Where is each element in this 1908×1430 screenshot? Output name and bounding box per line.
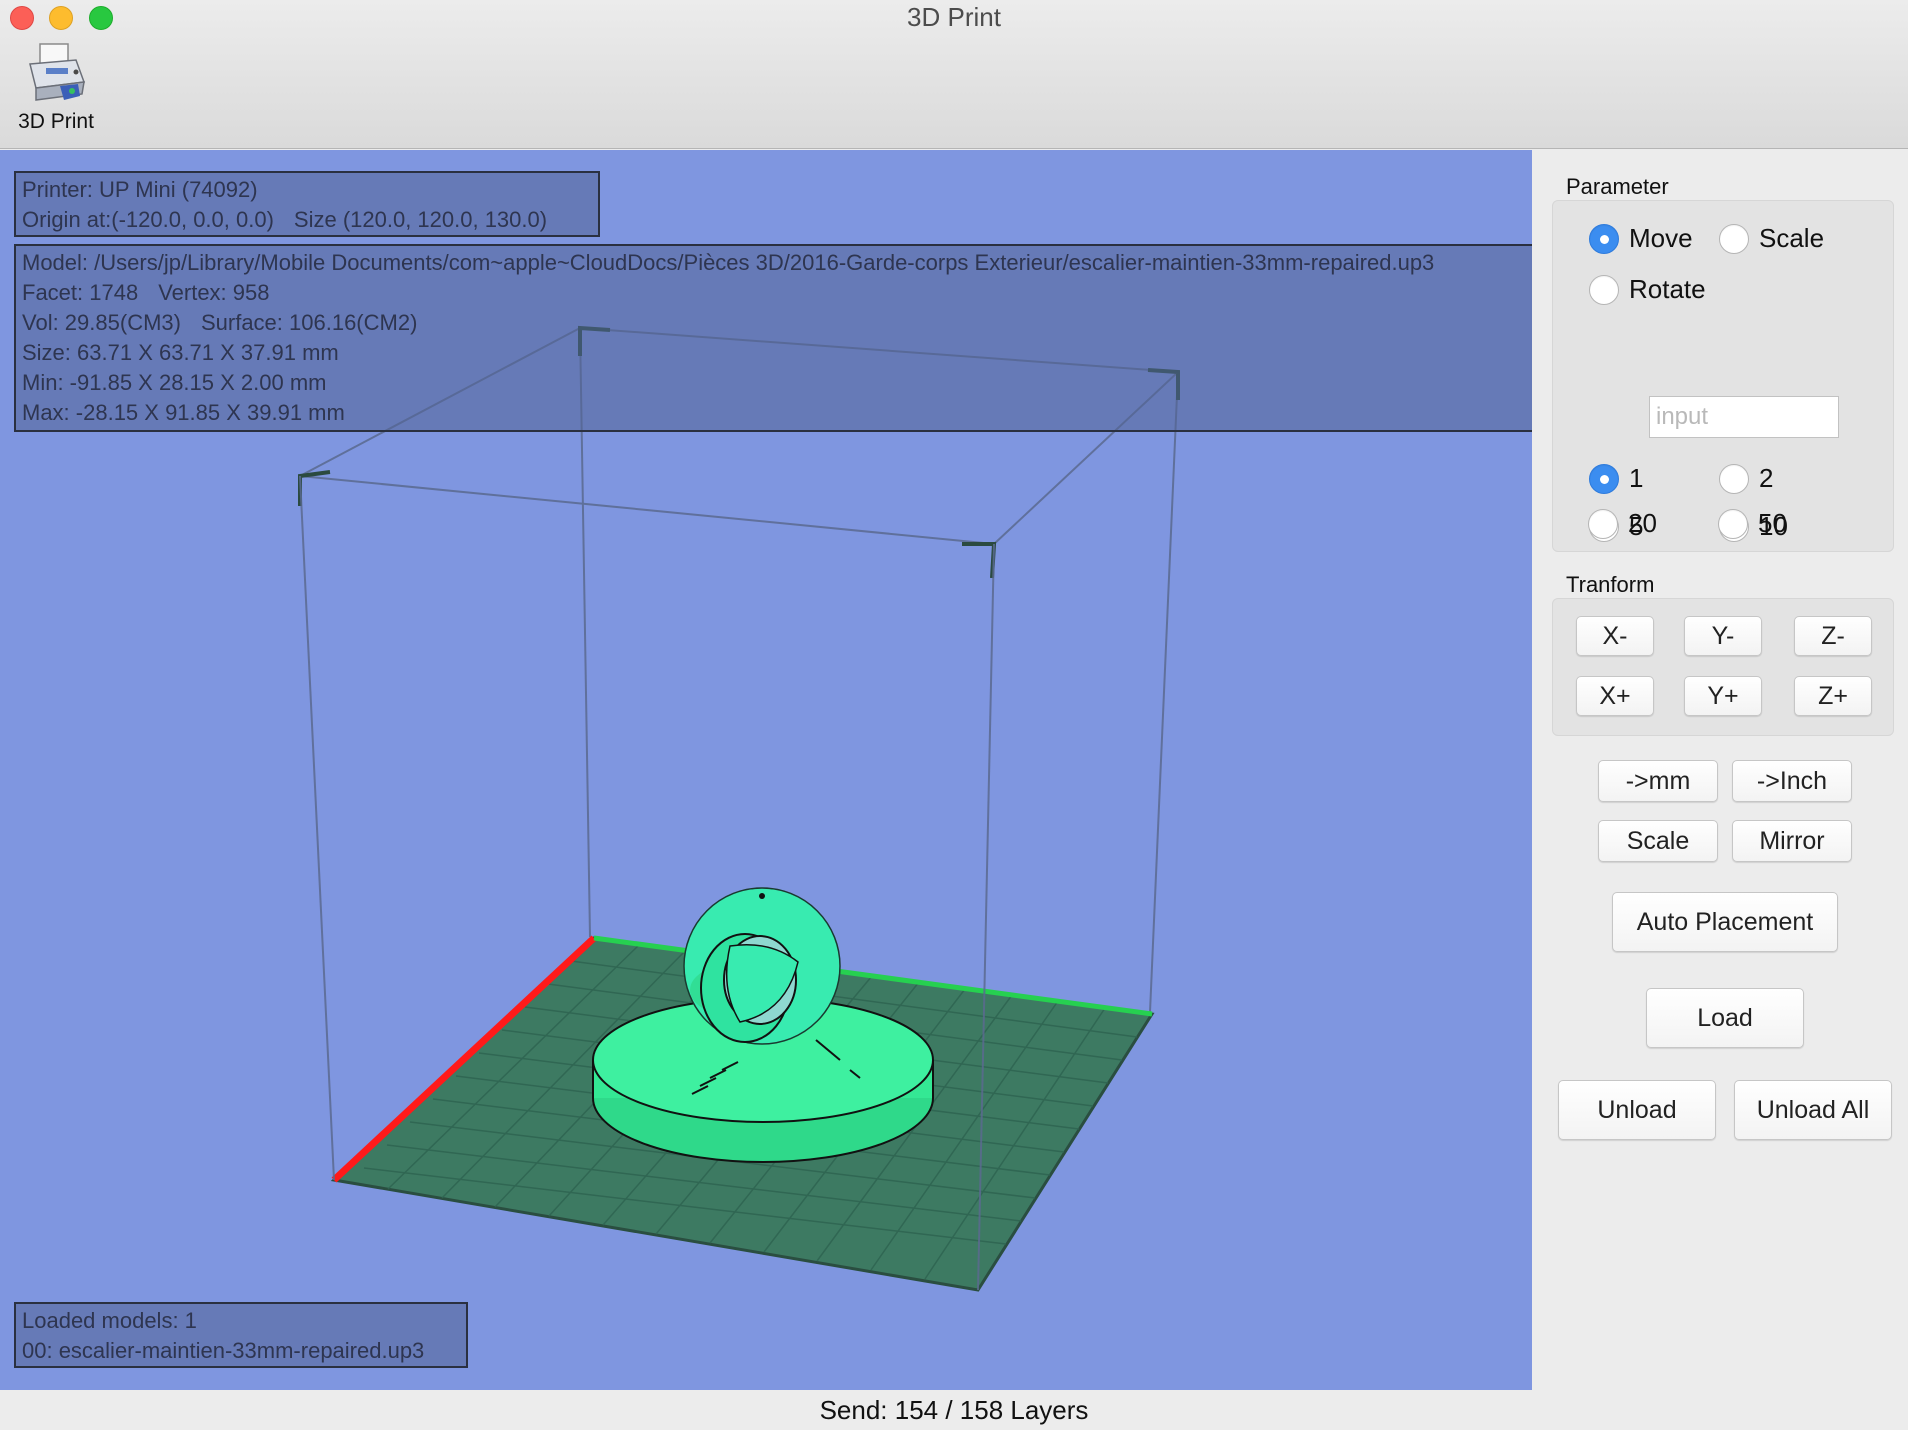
printer-origin: Origin at:(-120.0, 0.0, 0.0) [22, 207, 274, 232]
step-20-label: 20 [1628, 508, 1657, 538]
step-20-radio[interactable]: 20 [1588, 508, 1657, 539]
model-info-panel: Model: /Users/jp/Library/Mobile Document… [14, 244, 1532, 432]
step-50-label: 50 [1758, 508, 1787, 538]
model-max: Max: -28.15 X 91.85 X 39.91 mm [22, 400, 345, 425]
3d-viewport[interactable]: Printer: UP Mini (74092) Origin at:(-120… [0, 150, 1532, 1390]
to-inch-button[interactable]: ->Inch [1732, 760, 1852, 802]
mode-scale-radio[interactable]: Scale [1719, 223, 1824, 254]
mode-move-label: Move [1629, 223, 1693, 253]
x-plus-button[interactable]: X+ [1576, 676, 1654, 716]
unload-button[interactable]: Unload [1558, 1080, 1716, 1140]
window-title: 3D Print [907, 2, 1001, 32]
mode-move-radio[interactable]: Move [1589, 223, 1693, 254]
radio-indicator [1719, 463, 1749, 494]
mirror-button[interactable]: Mirror [1732, 820, 1852, 862]
step-2-radio[interactable]: 2 [1719, 463, 1773, 494]
step-1-radio[interactable]: 1 [1589, 463, 1643, 494]
load-button[interactable]: Load [1646, 988, 1804, 1048]
radio-indicator [1718, 508, 1748, 539]
parameter-title: Parameter [1566, 174, 1669, 199]
radio-indicator [1588, 508, 1618, 539]
loaded-model[interactable] [592, 887, 934, 1163]
step-1-label: 1 [1629, 463, 1644, 493]
model-volume: Vol: 29.85(CM3) [22, 310, 181, 335]
mode-rotate-radio[interactable]: Rotate [1589, 274, 1706, 305]
printer-name: Printer: UP Mini (74092) [22, 177, 258, 202]
window-toolbar: 3D Print 3D Print [0, 0, 1908, 149]
status-bar: Send: 154 / 158 Layers [0, 1390, 1908, 1430]
radio-indicator [1719, 223, 1749, 254]
y-plus-button[interactable]: Y+ [1684, 676, 1762, 716]
model-mesh-stats: Facet: 1748 Vertex: 958 [22, 278, 1532, 308]
unload-all-button[interactable]: Unload All [1734, 1080, 1892, 1140]
vertex-count: Vertex: 958 [158, 280, 270, 305]
model-size: Size: 63.71 X 63.71 X 37.91 mm [22, 340, 339, 365]
model-surface: Surface: 106.16(CM2) [200, 310, 418, 335]
radio-indicator [1589, 274, 1619, 305]
step-50-radio[interactable]: 50 [1718, 508, 1787, 539]
value-input[interactable] [1649, 396, 1839, 438]
radio-indicator [1589, 463, 1619, 494]
model-volume-stats: Vol: 29.85(CM3) Surface: 106.16(CM2) [22, 308, 1532, 338]
facet-count: Facet: 1748 [22, 280, 139, 305]
printer-icon [29, 43, 86, 101]
toolbar-3d-print-button[interactable]: 3D Print [8, 42, 104, 142]
printer-info-panel: Printer: UP Mini (74092) Origin at:(-120… [14, 171, 600, 237]
to-mm-button[interactable]: ->mm [1598, 760, 1718, 802]
model-min: Min: -91.85 X 28.15 X 2.00 mm [22, 370, 327, 395]
auto-placement-button[interactable]: Auto Placement [1612, 892, 1838, 952]
x-minus-button[interactable]: X- [1576, 616, 1654, 656]
status-text: Send: 154 / 158 Layers [819, 1395, 1089, 1425]
control-panel: Parameter Move Scale Rotate 1 2 5 10 20 … [1532, 150, 1908, 1390]
transform-title: Tranform [1566, 572, 1655, 597]
loaded-model-item[interactable]: 00: escalier-maintien-33mm-repaired.up3 [22, 1336, 460, 1366]
step-2-label: 2 [1759, 463, 1774, 493]
mode-rotate-label: Rotate [1629, 274, 1706, 304]
loaded-models-panel: Loaded models: 1 00: escalier-maintien-3… [14, 1302, 468, 1368]
z-plus-button[interactable]: Z+ [1794, 676, 1872, 716]
radio-indicator [1589, 223, 1619, 254]
loaded-count: Loaded models: 1 [22, 1308, 197, 1333]
y-minus-button[interactable]: Y- [1684, 616, 1762, 656]
z-minus-button[interactable]: Z- [1794, 616, 1872, 656]
model-path: Model: /Users/jp/Library/Mobile Document… [22, 250, 1435, 275]
parameter-group: Move Scale Rotate 1 2 5 10 [1552, 200, 1894, 552]
toolbar-3d-print-label: 3D Print [18, 110, 94, 133]
mode-scale-label: Scale [1759, 223, 1825, 253]
printer-size: Size (120.0, 120.0, 130.0) [293, 207, 548, 232]
printer-geometry: Origin at:(-120.0, 0.0, 0.0) Size (120.0,… [22, 205, 592, 235]
scale-button[interactable]: Scale [1598, 820, 1718, 862]
